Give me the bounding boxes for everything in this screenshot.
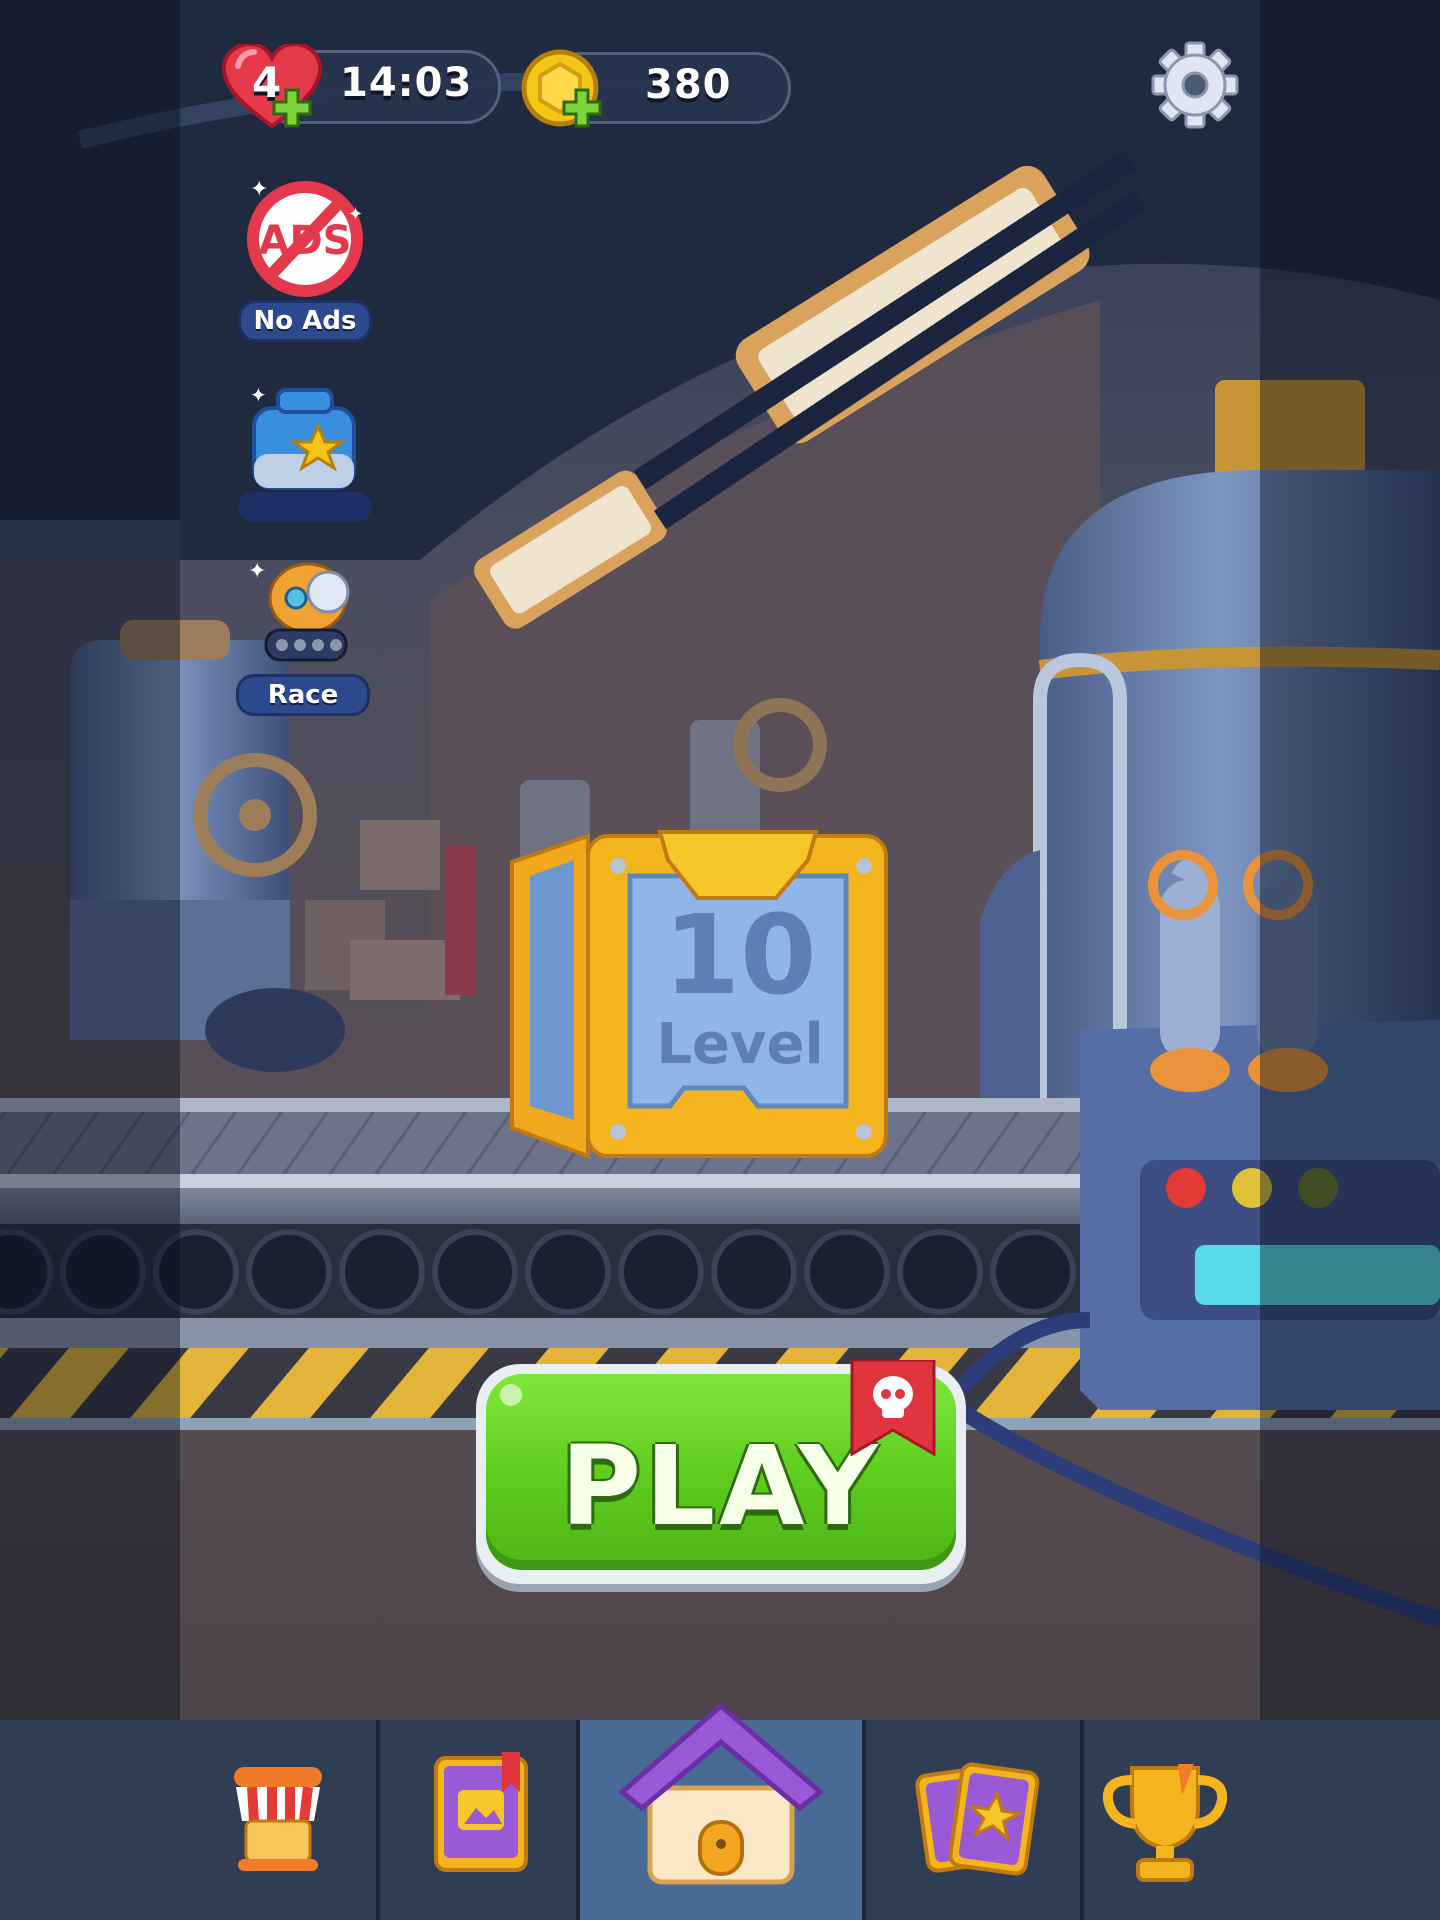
svg-text:✦: ✦ (250, 384, 267, 407)
svg-text:✦: ✦ (250, 180, 268, 202)
chest-button[interactable]: ✦ (238, 380, 372, 530)
shop-stall-icon (234, 1767, 322, 1871)
star-chest-icon: ✦ (250, 384, 356, 490)
star-cards-icon (915, 1762, 1040, 1876)
tab-home[interactable] (580, 1702, 862, 1920)
level-number: 10 (663, 891, 817, 1019)
chest-progress-bar (238, 492, 372, 522)
no-ads-button[interactable]: ADS ✦ ✦ No Ads (238, 170, 372, 342)
svg-text:✦: ✦ (248, 559, 266, 584)
tab-shop[interactable] (180, 1720, 376, 1920)
trophy-icon (1102, 1764, 1228, 1882)
tab-cards[interactable] (866, 1720, 1080, 1920)
tab-leaderboard[interactable] (1084, 1720, 1260, 1920)
level-word: Level (656, 1012, 824, 1077)
play-highlight (500, 1384, 522, 1406)
race-button[interactable]: ✦ Race (236, 558, 370, 718)
tab-album[interactable] (380, 1720, 576, 1920)
no-ads-label: No Ads (238, 300, 372, 342)
game-main-screen: 14:03 4 380 A (0, 0, 1440, 1920)
album-book-icon (434, 1752, 528, 1872)
no-ads-icon: ADS ✦ ✦ (247, 180, 363, 297)
play-button[interactable]: PLAY (476, 1360, 966, 1584)
robot-racer-icon: ✦ (248, 559, 350, 662)
gear-icon[interactable] (1150, 40, 1240, 130)
svg-text:✦: ✦ (348, 204, 363, 225)
add-coins-plus-icon[interactable] (562, 88, 602, 128)
coins-count: 380 (645, 62, 732, 108)
lives-timer: 14:03 (340, 60, 473, 106)
add-lives-plus-icon[interactable] (272, 88, 312, 128)
home-house-icon (618, 1702, 824, 1885)
skull-ribbon-icon (850, 1360, 936, 1456)
race-label: Race (236, 674, 370, 716)
